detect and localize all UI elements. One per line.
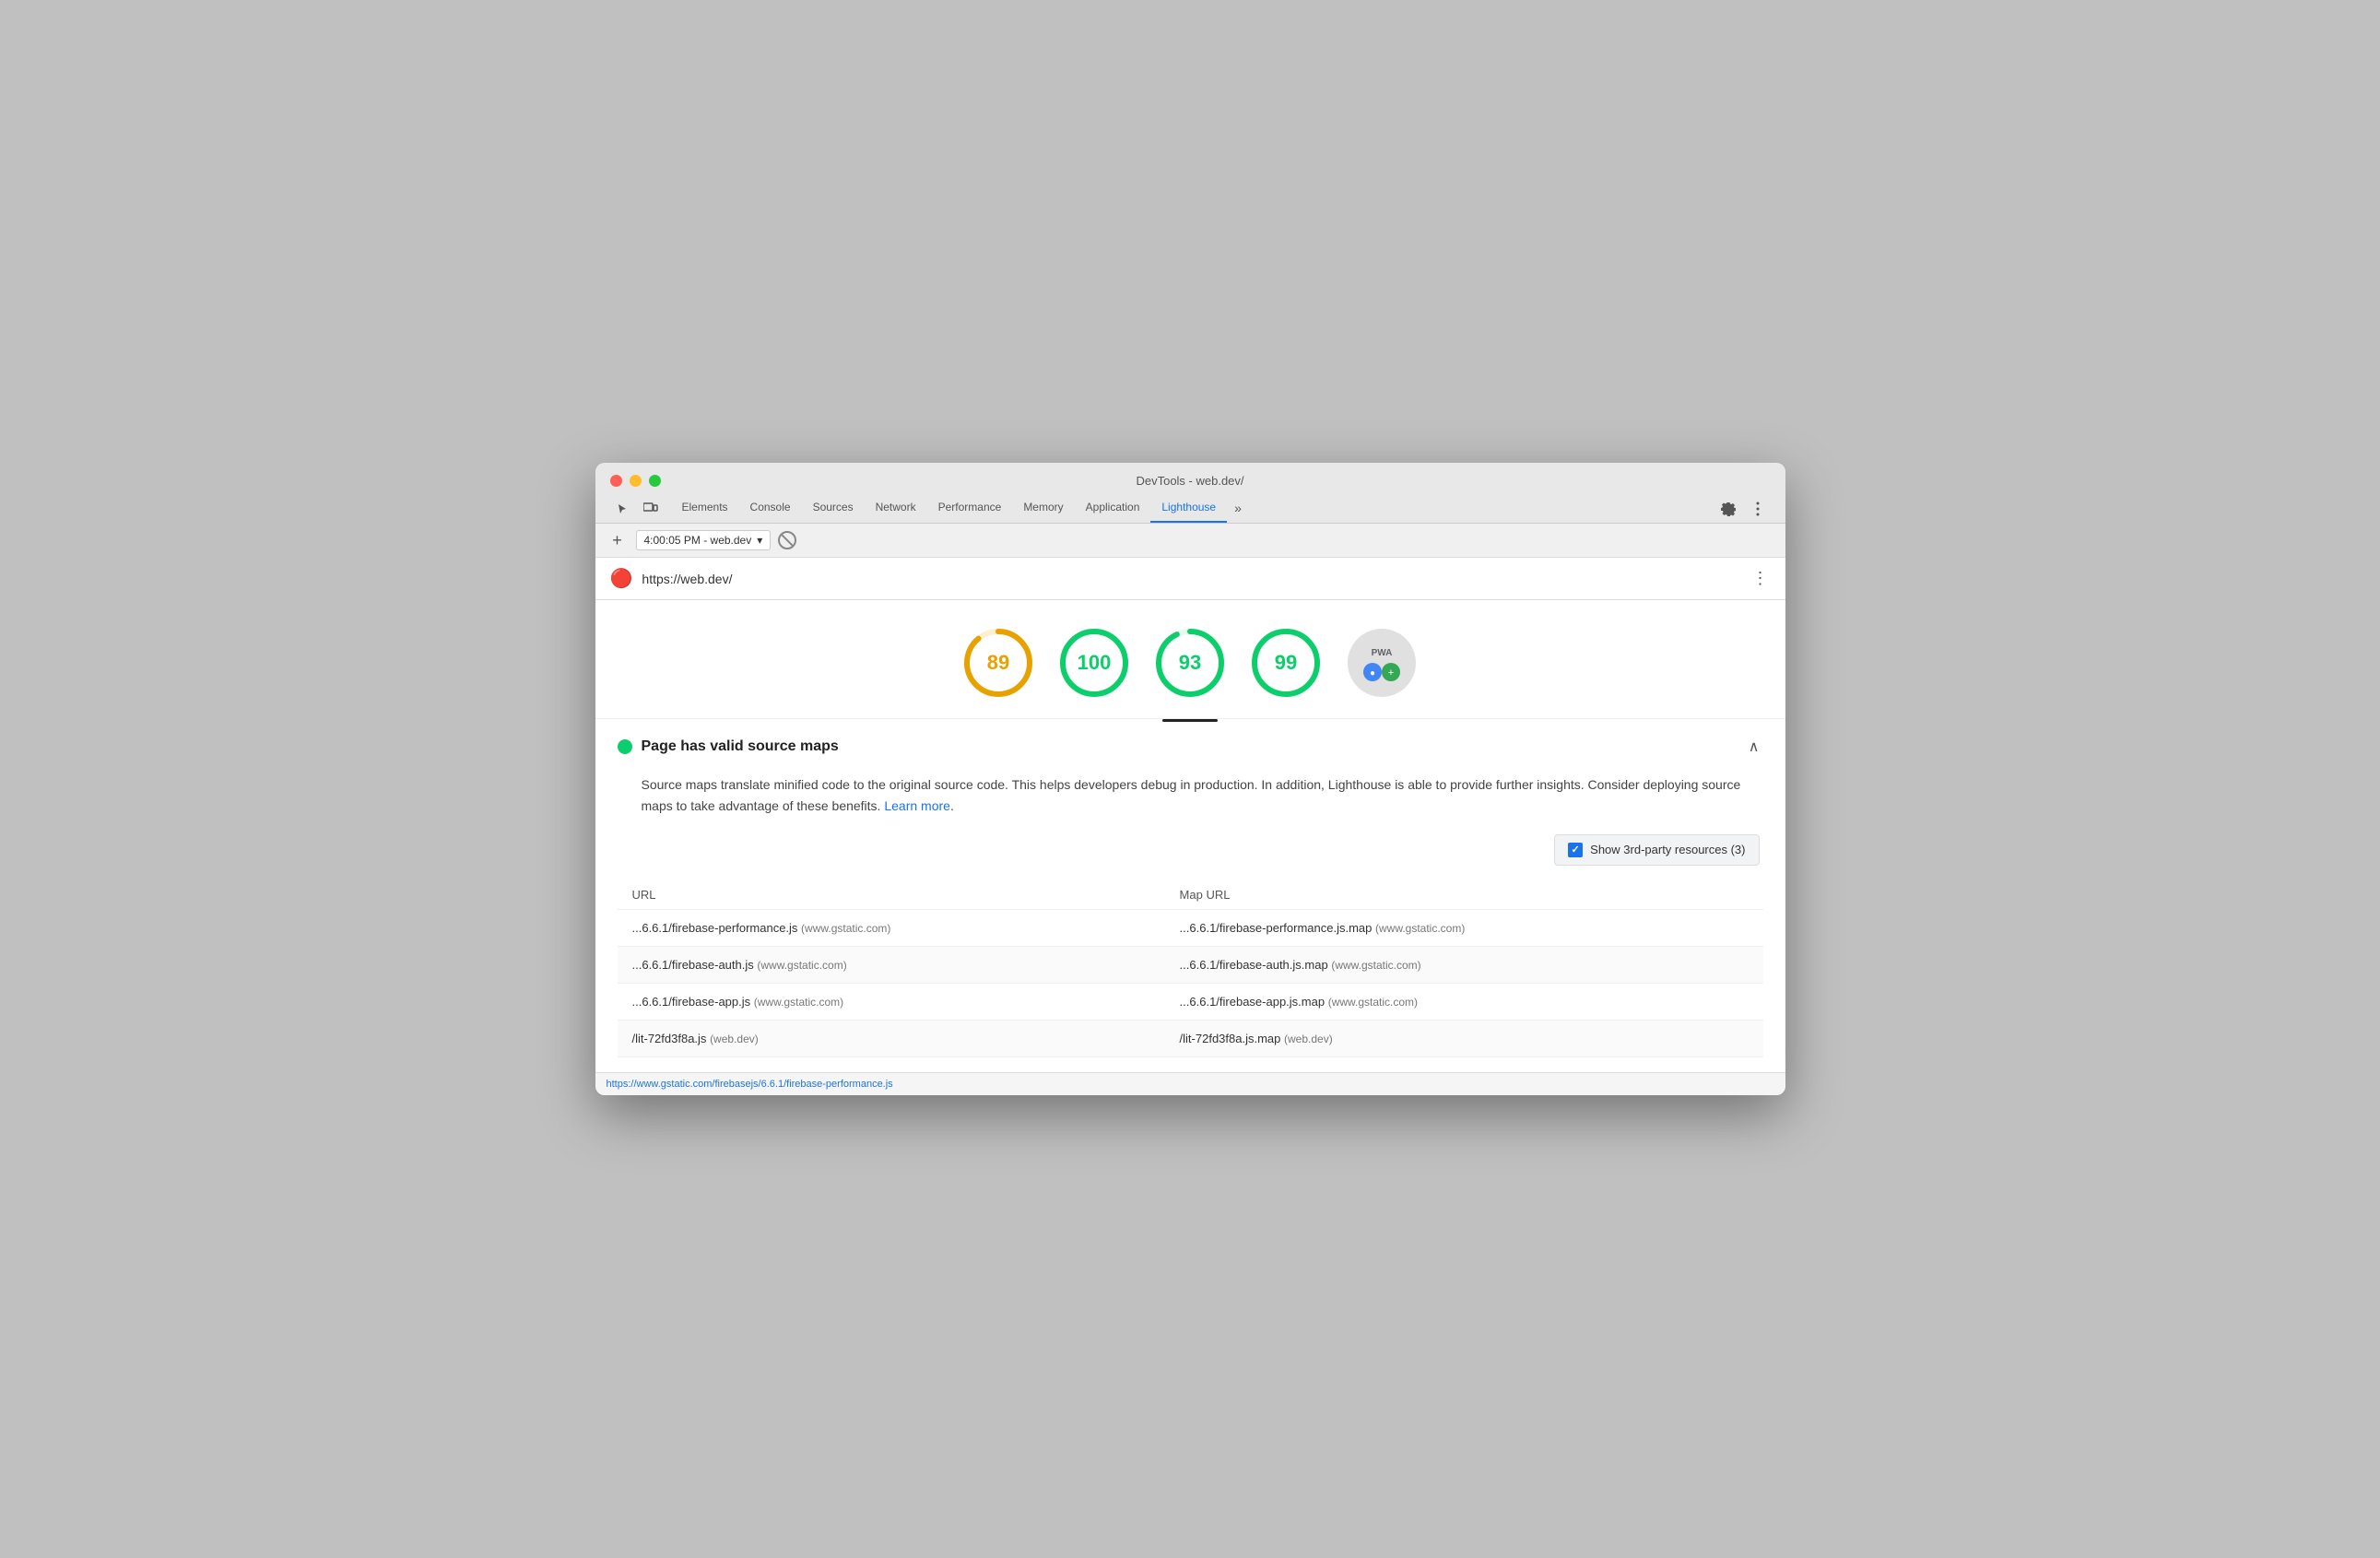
map-url-cell[interactable]: /lit-72fd3f8a.js.map (web.dev): [1165, 1020, 1763, 1056]
map-url-cell[interactable]: ...6.6.1/firebase-auth.js.map (www.gstat…: [1165, 946, 1763, 983]
url-path: ...6.6.1/firebase-auth.js: [632, 958, 754, 972]
map-url-path: ...6.6.1/firebase-app.js.map: [1180, 995, 1325, 1009]
score-seo[interactable]: 99: [1249, 626, 1323, 700]
map-url-domain: (www.gstatic.com): [1328, 996, 1418, 1009]
status-bar: https://www.gstatic.com/firebasejs/6.6.1…: [595, 1072, 1785, 1095]
col-url-header: URL: [618, 880, 1165, 910]
map-url-domain: (www.gstatic.com): [1331, 959, 1420, 972]
device-toolbar-icon[interactable]: [638, 496, 664, 522]
score-93-value: 93: [1179, 651, 1201, 675]
table-row: ...6.6.1/firebase-auth.js (www.gstatic.c…: [618, 946, 1763, 983]
map-url-cell[interactable]: ...6.6.1/firebase-performance.js.map (ww…: [1165, 909, 1763, 946]
map-url-domain: (web.dev): [1284, 1033, 1333, 1045]
scores-row: 89 100 93: [595, 600, 1785, 719]
audit-collapse-icon[interactable]: ∧: [1745, 734, 1763, 760]
url-domain: (www.gstatic.com): [801, 922, 890, 935]
audit-title: Page has valid source maps: [642, 738, 1736, 755]
dropdown-chevron: ▾: [757, 534, 762, 547]
score-pwa[interactable]: PWA ● +: [1345, 626, 1419, 700]
svg-text:PWA: PWA: [1372, 648, 1393, 658]
maximize-button[interactable]: [649, 475, 661, 487]
tab-elements[interactable]: Elements: [671, 495, 739, 523]
score-performance[interactable]: 89: [961, 626, 1035, 700]
col-map-url-header: Map URL: [1165, 880, 1763, 910]
url-cell[interactable]: ...6.6.1/firebase-performance.js (www.gs…: [618, 909, 1165, 946]
score-accessibility[interactable]: 100: [1057, 626, 1131, 700]
settings-icons: [1715, 496, 1771, 522]
table-row: ...6.6.1/firebase-app.js (www.gstatic.co…: [618, 983, 1763, 1020]
svg-text:●: ●: [1370, 668, 1375, 679]
score-89-value: 89: [987, 651, 1009, 675]
audit-description: Source maps translate minified code to t…: [618, 774, 1763, 816]
url-path: ...6.6.1/firebase-performance.js: [632, 921, 798, 935]
tab-network[interactable]: Network: [865, 495, 927, 523]
table-row: /lit-72fd3f8a.js (web.dev) /lit-72fd3f8a…: [618, 1020, 1763, 1056]
third-party-checkbox-label[interactable]: Show 3rd-party resources (3): [1554, 834, 1759, 866]
url-path: ...6.6.1/firebase-app.js: [632, 995, 751, 1009]
settings-icon[interactable]: [1715, 496, 1741, 522]
session-label: 4:00:05 PM - web.dev: [644, 534, 752, 547]
url-cell[interactable]: ...6.6.1/firebase-app.js (www.gstatic.co…: [618, 983, 1165, 1020]
no-symbol-icon[interactable]: [778, 531, 796, 549]
tab-lighthouse[interactable]: Lighthouse: [1150, 495, 1227, 523]
learn-more-link[interactable]: Learn more: [884, 798, 950, 813]
close-button[interactable]: [610, 475, 622, 487]
url-domain: (www.gstatic.com): [754, 996, 843, 1009]
url-domain: (www.gstatic.com): [757, 959, 846, 972]
third-party-row: Show 3rd-party resources (3): [618, 834, 1763, 866]
map-url-domain: (www.gstatic.com): [1375, 922, 1465, 935]
url-cell[interactable]: /lit-72fd3f8a.js (web.dev): [618, 1020, 1165, 1056]
score-best-practices[interactable]: 93: [1153, 626, 1227, 700]
score-100-value: 100: [1078, 651, 1112, 675]
tab-console[interactable]: Console: [739, 495, 802, 523]
window-title: DevTools - web.dev/: [1136, 474, 1243, 488]
table-row: ...6.6.1/firebase-performance.js (www.gs…: [618, 909, 1763, 946]
devtools-tabs: Elements Console Sources Network Perform…: [610, 495, 1771, 523]
tab-application[interactable]: Application: [1075, 495, 1151, 523]
toolbar: + 4:00:05 PM - web.dev ▾: [595, 524, 1785, 558]
devtools-icons: [610, 496, 664, 522]
main-content: 89 100 93: [595, 600, 1785, 1072]
add-tab-button[interactable]: +: [607, 529, 629, 551]
url-bar-kebab-icon[interactable]: ⋮: [1752, 569, 1771, 588]
minimize-button[interactable]: [630, 475, 642, 487]
third-party-label-text: Show 3rd-party resources (3): [1590, 843, 1745, 856]
kebab-menu-icon[interactable]: [1745, 496, 1771, 522]
map-url-path: ...6.6.1/firebase-performance.js.map: [1180, 921, 1373, 935]
devtools-window: DevTools - web.dev/ Elements Console: [595, 463, 1785, 1095]
window-controls: [610, 475, 661, 487]
svg-text:+: +: [1388, 667, 1394, 679]
url-path: /lit-72fd3f8a.js: [632, 1032, 707, 1045]
more-tabs-icon[interactable]: »: [1227, 495, 1249, 523]
audit-section: Page has valid source maps ∧ Source maps…: [595, 719, 1785, 1072]
url-cell[interactable]: ...6.6.1/firebase-auth.js (www.gstatic.c…: [618, 946, 1165, 983]
tab-sources[interactable]: Sources: [802, 495, 865, 523]
score-99-value: 99: [1275, 651, 1297, 675]
status-url: https://www.gstatic.com/firebasejs/6.6.1…: [607, 1079, 893, 1090]
session-dropdown[interactable]: 4:00:05 PM - web.dev ▾: [636, 530, 772, 550]
audit-header: Page has valid source maps ∧: [618, 734, 1763, 760]
audit-pass-dot: [618, 739, 632, 754]
title-bar: DevTools - web.dev/ Elements Console: [595, 463, 1785, 524]
audit-url: https://web.dev/: [642, 572, 1742, 586]
map-url-path: ...6.6.1/firebase-auth.js.map: [1180, 958, 1328, 972]
lighthouse-icon: 🔴: [610, 567, 633, 590]
map-url-cell[interactable]: ...6.6.1/firebase-app.js.map (www.gstati…: [1165, 983, 1763, 1020]
third-party-checkbox[interactable]: [1568, 843, 1583, 857]
url-domain: (web.dev): [710, 1033, 759, 1045]
tab-memory[interactable]: Memory: [1012, 495, 1074, 523]
lighthouse-url-bar: 🔴 https://web.dev/ ⋮: [595, 558, 1785, 600]
tab-performance[interactable]: Performance: [927, 495, 1013, 523]
map-url-path: /lit-72fd3f8a.js.map: [1180, 1032, 1281, 1045]
cursor-icon[interactable]: [610, 496, 636, 522]
resources-table: URL Map URL ...6.6.1/firebase-performanc…: [618, 880, 1763, 1057]
